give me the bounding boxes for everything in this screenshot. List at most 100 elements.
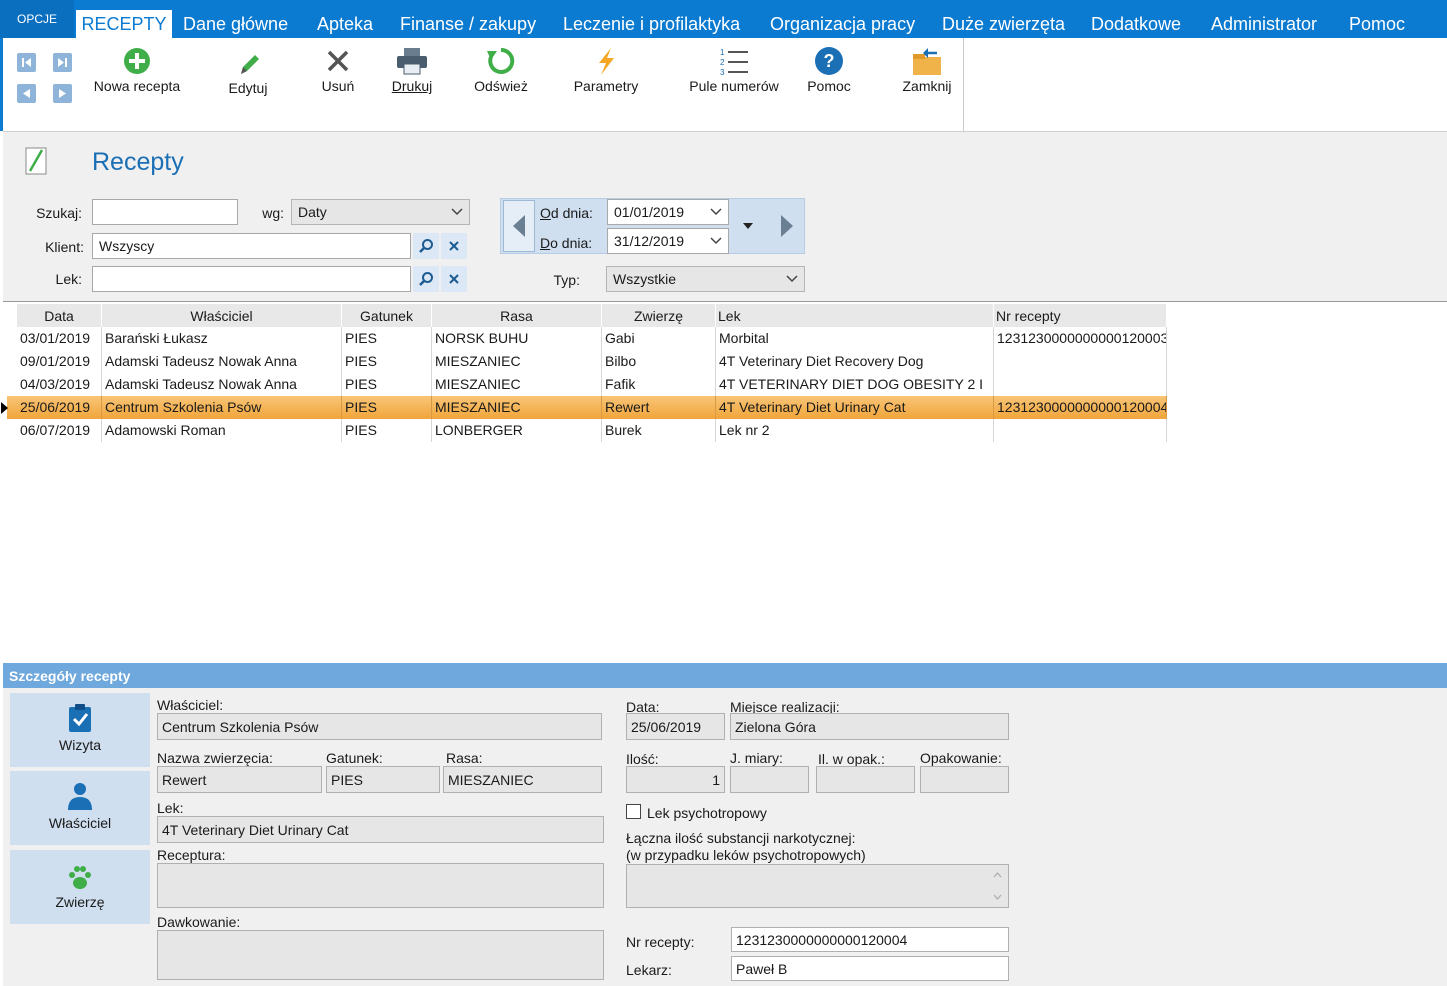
column-header-date[interactable]: Data	[17, 304, 102, 327]
menu-item-duze-zwierzeta[interactable]: Duże zwierzęta	[942, 14, 1065, 35]
client-clear-button[interactable]	[441, 233, 467, 259]
drug-search-button[interactable]	[413, 266, 439, 292]
table-row[interactable]: 06/07/2019 Adamowski Roman PIES LONBERGER Bu…	[7, 419, 1167, 442]
help-button[interactable]: ? Pomoc	[803, 44, 855, 94]
cell-date[interactable]: 06/07/2019	[17, 419, 102, 442]
cell-date[interactable]: 03/01/2019	[17, 327, 102, 350]
owner-button[interactable]: Właściciel	[10, 771, 150, 845]
column-header-breed[interactable]: Rasa	[432, 304, 602, 327]
from-date-picker[interactable]: 01/01/2019	[607, 199, 729, 225]
quantity-field[interactable]: 1	[626, 766, 725, 793]
cell-date[interactable]: 25/06/2019	[17, 396, 102, 419]
cell-recipe-number[interactable]	[994, 350, 1167, 373]
column-header-drug[interactable]: Lek	[716, 304, 994, 327]
cell-drug[interactable]: Lek nr 2	[716, 419, 994, 442]
breed-field[interactable]: MIESZANIEC	[443, 766, 602, 793]
parameters-button[interactable]: Parametry	[566, 44, 646, 94]
cell-owner[interactable]: Centrum Szkolenia Psów	[102, 396, 342, 419]
menu-opcje[interactable]: OPCJE	[0, 0, 74, 38]
menu-item-leczenie[interactable]: Leczenie i profilaktyka	[563, 14, 740, 35]
cell-recipe-number[interactable]	[994, 419, 1167, 442]
cell-recipe-number[interactable]	[994, 373, 1167, 396]
refresh-button[interactable]: Odśwież	[465, 44, 537, 94]
next-record-button[interactable]	[53, 84, 72, 103]
animal-button[interactable]: Zwierzę	[10, 850, 150, 924]
cell-species[interactable]: PIES	[342, 327, 432, 350]
visit-button[interactable]: Wizyta	[10, 693, 150, 767]
period-dropdown-button[interactable]	[735, 200, 761, 252]
delete-button[interactable]: Usuń	[313, 44, 363, 94]
menu-item-dodatkowe[interactable]: Dodatkowe	[1091, 14, 1181, 35]
column-header-species[interactable]: Gatunek	[342, 304, 432, 327]
unit-field[interactable]	[730, 766, 809, 793]
menu-item-organizacja[interactable]: Organizacja pracy	[770, 14, 915, 35]
cell-animal[interactable]: Gabi	[602, 327, 716, 350]
cell-species[interactable]: PIES	[342, 419, 432, 442]
cell-drug[interactable]: 4T VETERINARY DIET DOG OBESITY 2 I	[716, 373, 994, 396]
column-header-animal[interactable]: Zwierzę	[602, 304, 716, 327]
package-field[interactable]	[920, 766, 1009, 793]
cell-breed[interactable]: LONBERGER	[432, 419, 602, 442]
cell-owner[interactable]: Adamski Tadeusz Nowak Anna	[102, 350, 342, 373]
recipe-composition-field[interactable]	[157, 863, 604, 908]
column-header-recipe-number[interactable]: Nr recepty	[994, 304, 1167, 327]
cell-drug[interactable]: 4T Veterinary Diet Urinary Cat	[716, 396, 994, 419]
cell-date[interactable]: 04/03/2019	[17, 373, 102, 396]
cell-breed[interactable]: MIESZANIEC	[432, 373, 602, 396]
cell-date[interactable]: 09/01/2019	[17, 350, 102, 373]
table-row[interactable]: 09/01/2019 Adamski Tadeusz Nowak Anna PIES…	[7, 350, 1167, 373]
client-search-button[interactable]	[413, 233, 439, 259]
prev-period-button[interactable]	[503, 200, 535, 252]
place-field[interactable]: Zielona Góra	[730, 713, 1009, 740]
cell-owner[interactable]: Adamski Tadeusz Nowak Anna	[102, 373, 342, 396]
new-recipe-button[interactable]: Nowa recepta	[87, 44, 187, 94]
cell-breed[interactable]: MIESZANIEC	[432, 396, 602, 419]
number-pools-button[interactable]: 1 2 3 Pule numerów	[683, 44, 785, 94]
per-pack-field[interactable]	[816, 766, 915, 793]
cell-drug[interactable]: 4T Veterinary Diet Recovery Dog	[716, 350, 994, 373]
date-field[interactable]: 25/06/2019	[626, 713, 725, 740]
menu-item-pomoc[interactable]: Pomoc	[1349, 14, 1405, 35]
cell-animal[interactable]: Burek	[602, 419, 716, 442]
cell-animal[interactable]: Fafik	[602, 373, 716, 396]
menu-item-administrator[interactable]: Administrator	[1211, 14, 1317, 35]
cell-breed[interactable]: MIESZANIEC	[432, 350, 602, 373]
cell-breed[interactable]: NORSK BUHU	[432, 327, 602, 350]
drug-field[interactable]: 4T Veterinary Diet Urinary Cat	[157, 816, 604, 843]
dosage-field[interactable]	[157, 930, 604, 980]
species-field[interactable]: PIES	[326, 766, 440, 793]
last-record-button[interactable]	[53, 53, 72, 72]
doctor-field[interactable]: Paweł B	[731, 956, 1009, 981]
to-date-picker[interactable]: 31/12/2019	[607, 228, 729, 254]
owner-field[interactable]: Centrum Szkolenia Psów	[157, 713, 602, 740]
narcotic-amount-field[interactable]	[626, 864, 1009, 908]
table-row[interactable]: 04/03/2019 Adamski Tadeusz Nowak Anna PIES…	[7, 373, 1167, 396]
menu-item-dane-glowne[interactable]: Dane główne	[183, 14, 288, 35]
first-record-button[interactable]	[17, 53, 36, 72]
search-input[interactable]	[92, 199, 238, 225]
close-button[interactable]: Zamknij	[896, 44, 958, 94]
cell-recipe-number[interactable]: 1231230000000000120004	[994, 396, 1167, 419]
cell-species[interactable]: PIES	[342, 396, 432, 419]
next-period-button[interactable]	[771, 200, 803, 252]
cell-species[interactable]: PIES	[342, 350, 432, 373]
tab-recepty[interactable]: RECEPTY	[76, 10, 172, 38]
table-row[interactable]: 03/01/2019 Barański Łukasz PIES NORSK BUHU G…	[7, 327, 1167, 350]
cell-species[interactable]: PIES	[342, 373, 432, 396]
type-select[interactable]: Wszystkie	[606, 266, 805, 292]
drug-clear-button[interactable]	[441, 266, 467, 292]
menu-item-apteka[interactable]: Apteka	[317, 14, 373, 35]
cell-animal[interactable]: Bilbo	[602, 350, 716, 373]
table-row[interactable]: 25/06/2019 Centrum Szkolenia Psów PIES MIES…	[1, 396, 1167, 419]
cell-animal[interactable]: Rewert	[602, 396, 716, 419]
recipe-number-field[interactable]: 1231230000000000120004	[731, 927, 1009, 952]
animal-name-field[interactable]: Rewert	[157, 766, 322, 793]
cell-drug[interactable]: Morbital	[716, 327, 994, 350]
psychotropic-checkbox[interactable]	[626, 804, 641, 819]
search-by-select[interactable]: Daty	[291, 199, 470, 225]
edit-button[interactable]: Edytuj	[218, 46, 278, 96]
cell-owner[interactable]: Adamowski Roman	[102, 419, 342, 442]
print-button[interactable]: Drukuj	[383, 44, 441, 94]
column-header-owner[interactable]: Właściciel	[102, 304, 342, 327]
cell-owner[interactable]: Barański Łukasz	[102, 327, 342, 350]
